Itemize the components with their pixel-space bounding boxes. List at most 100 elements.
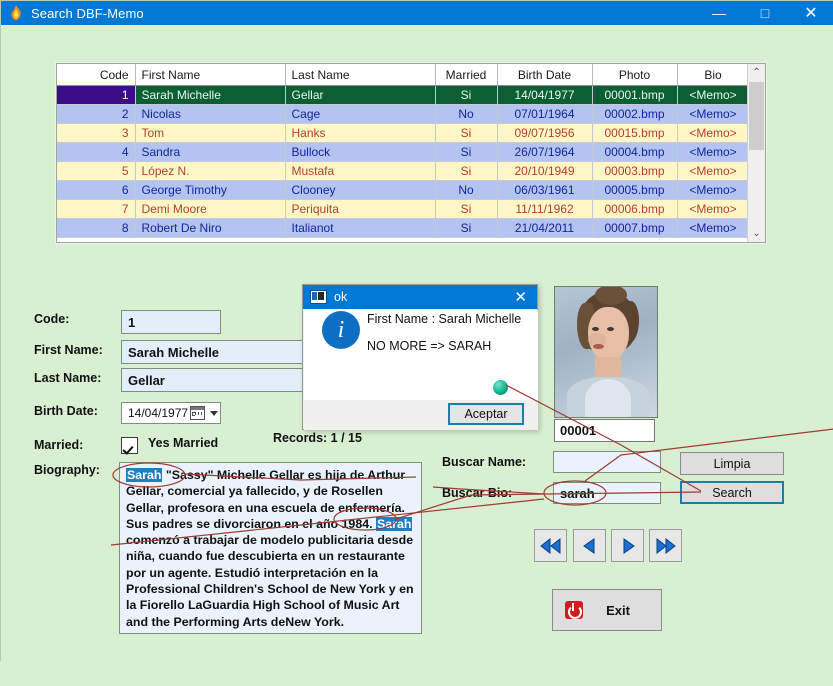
nav-previous-button[interactable]: [573, 529, 606, 562]
table-row[interactable]: 6 George Timothy Clooney No 06/03/1961 00005.…: [57, 180, 748, 200]
search-button[interactable]: Search: [680, 481, 784, 504]
cell-photo[interactable]: 00004.bmp: [592, 142, 678, 162]
close-button[interactable]: ✕: [788, 1, 833, 25]
buscar-name-input[interactable]: [553, 451, 661, 473]
photo-name-input[interactable]: 00001: [554, 419, 655, 442]
table-row[interactable]: 5 López N. Mustafa Si 20/10/1949 00003.bmp <Me…: [57, 161, 748, 181]
limpia-button[interactable]: Limpia: [680, 452, 784, 475]
cell-birth-date[interactable]: 06/03/1961: [497, 180, 593, 200]
cell-photo[interactable]: 00001.bmp: [592, 85, 678, 105]
cell-code[interactable]: 1: [57, 85, 136, 105]
cell-last-name[interactable]: Clooney: [285, 180, 436, 200]
scrollbar-thumb[interactable]: [749, 82, 765, 150]
cell-married[interactable]: No: [435, 104, 498, 124]
cell-married[interactable]: Si: [435, 199, 498, 219]
cell-married[interactable]: Si: [435, 218, 498, 238]
cell-married[interactable]: Si: [435, 161, 498, 181]
minimize-button[interactable]: —: [696, 1, 742, 25]
cell-birth-date[interactable]: 11/11/1962: [497, 199, 593, 219]
column-header-first-name[interactable]: First Name: [135, 64, 286, 86]
column-header-last-name[interactable]: Last Name: [285, 64, 436, 86]
buscar-bio-input[interactable]: sarah: [553, 482, 661, 504]
cell-birth-date[interactable]: 14/04/1977: [497, 85, 593, 105]
birth-date-picker[interactable]: 14/04/1977: [121, 402, 221, 424]
scroll-up-icon[interactable]: ⌃: [748, 64, 766, 81]
cell-code[interactable]: 6: [57, 180, 136, 200]
dialog-close-icon[interactable]: ✕: [514, 288, 527, 306]
cell-first-name[interactable]: Sandra: [135, 142, 286, 162]
calendar-icon: [190, 406, 205, 420]
records-grid[interactable]: Code First Name Last Name Married Birth …: [56, 63, 766, 243]
cell-photo[interactable]: 00003.bmp: [592, 161, 678, 181]
cell-bio[interactable]: <Memo>: [677, 85, 748, 105]
cell-bio[interactable]: <Memo>: [677, 123, 748, 143]
cell-last-name[interactable]: Bullock: [285, 142, 436, 162]
cell-code[interactable]: 5: [57, 161, 136, 181]
table-row[interactable]: 3 Tom Hanks Si 09/07/1956 00015.bmp <Memo>: [57, 123, 748, 143]
dialog-title: ok: [334, 290, 348, 304]
cell-photo[interactable]: 00007.bmp: [592, 218, 678, 238]
cell-married[interactable]: Si: [435, 142, 498, 162]
cell-photo[interactable]: 00002.bmp: [592, 104, 678, 124]
cell-photo[interactable]: 00005.bmp: [592, 180, 678, 200]
cell-code[interactable]: 4: [57, 142, 136, 162]
nav-last-button[interactable]: [649, 529, 682, 562]
table-row[interactable]: 8 Robert De Niro Italianot Si 21/04/2011 0000…: [57, 218, 748, 238]
bio-highlight-first: Sarah: [126, 468, 163, 482]
cell-first-name[interactable]: Demi Moore: [135, 199, 286, 219]
grid-vertical-scrollbar[interactable]: ⌃ ⌄: [747, 64, 766, 242]
cell-photo[interactable]: 00006.bmp: [592, 199, 678, 219]
column-header-photo[interactable]: Photo: [592, 64, 678, 86]
table-row[interactable]: 4 Sandra Bullock Si 26/07/1964 00004.bmp <Memo…: [57, 142, 748, 162]
table-row[interactable]: 7 Demi Moore Periquita Si 11/11/1962 00006.bm…: [57, 199, 748, 219]
cell-first-name[interactable]: López N.: [135, 161, 286, 181]
cell-last-name[interactable]: Cage: [285, 104, 436, 124]
cell-birth-date[interactable]: 07/01/1964: [497, 104, 593, 124]
cell-last-name[interactable]: Gellar: [285, 85, 436, 105]
column-header-married[interactable]: Married: [435, 64, 498, 86]
cell-married[interactable]: No: [435, 180, 498, 200]
cell-first-name[interactable]: Nicolas: [135, 104, 286, 124]
cell-code[interactable]: 2: [57, 104, 136, 124]
cell-last-name[interactable]: Periquita: [285, 199, 436, 219]
column-header-code[interactable]: Code: [57, 64, 136, 86]
cell-code[interactable]: 7: [57, 199, 136, 219]
cell-bio[interactable]: <Memo>: [677, 142, 748, 162]
cell-birth-date[interactable]: 09/07/1956: [497, 123, 593, 143]
cell-first-name[interactable]: Robert De Niro: [135, 218, 286, 238]
cell-birth-date[interactable]: 26/07/1964: [497, 142, 593, 162]
chevron-down-icon[interactable]: [210, 410, 218, 416]
cell-first-name[interactable]: Tom: [135, 123, 286, 143]
cell-last-name[interactable]: Mustafa: [285, 161, 436, 181]
cell-birth-date[interactable]: 20/10/1949: [497, 161, 593, 181]
cell-bio[interactable]: <Memo>: [677, 180, 748, 200]
right-arrow-icon: [623, 537, 635, 554]
cell-last-name[interactable]: Hanks: [285, 123, 436, 143]
cell-bio[interactable]: <Memo>: [677, 218, 748, 238]
aceptar-button[interactable]: Aceptar: [448, 403, 524, 425]
column-header-birth-date[interactable]: Birth Date: [497, 64, 593, 86]
table-row[interactable]: 2 Nicolas Cage No 07/01/1964 00002.bmp <Memo>: [57, 104, 748, 124]
cell-bio[interactable]: <Memo>: [677, 161, 748, 181]
cell-first-name[interactable]: George Timothy: [135, 180, 286, 200]
cell-photo[interactable]: 00015.bmp: [592, 123, 678, 143]
column-header-bio[interactable]: Bio: [677, 64, 748, 86]
nav-next-button[interactable]: [611, 529, 644, 562]
cell-code[interactable]: 3: [57, 123, 136, 143]
cell-bio[interactable]: <Memo>: [677, 199, 748, 219]
married-checkbox[interactable]: [121, 437, 138, 454]
cell-married[interactable]: Si: [435, 85, 498, 105]
cell-last-name[interactable]: Italianot: [285, 218, 436, 238]
cell-first-name[interactable]: Sarah Michelle: [135, 85, 286, 105]
cell-bio[interactable]: <Memo>: [677, 104, 748, 124]
exit-button[interactable]: Exit: [552, 589, 662, 631]
nav-first-button[interactable]: [534, 529, 567, 562]
biography-memo[interactable]: Sarah "Sassy" Michelle Gellar es hija de…: [119, 462, 422, 634]
scroll-down-icon[interactable]: ⌄: [748, 225, 766, 242]
cell-married[interactable]: Si: [435, 123, 498, 143]
cell-code[interactable]: 8: [57, 218, 136, 238]
cell-birth-date[interactable]: 21/04/2011: [497, 218, 593, 238]
table-row[interactable]: 1 Sarah Michelle Gellar Si 14/04/1977 00001.b…: [57, 85, 748, 105]
maximize-button[interactable]: □: [742, 1, 788, 25]
code-input[interactable]: 1: [121, 310, 221, 334]
